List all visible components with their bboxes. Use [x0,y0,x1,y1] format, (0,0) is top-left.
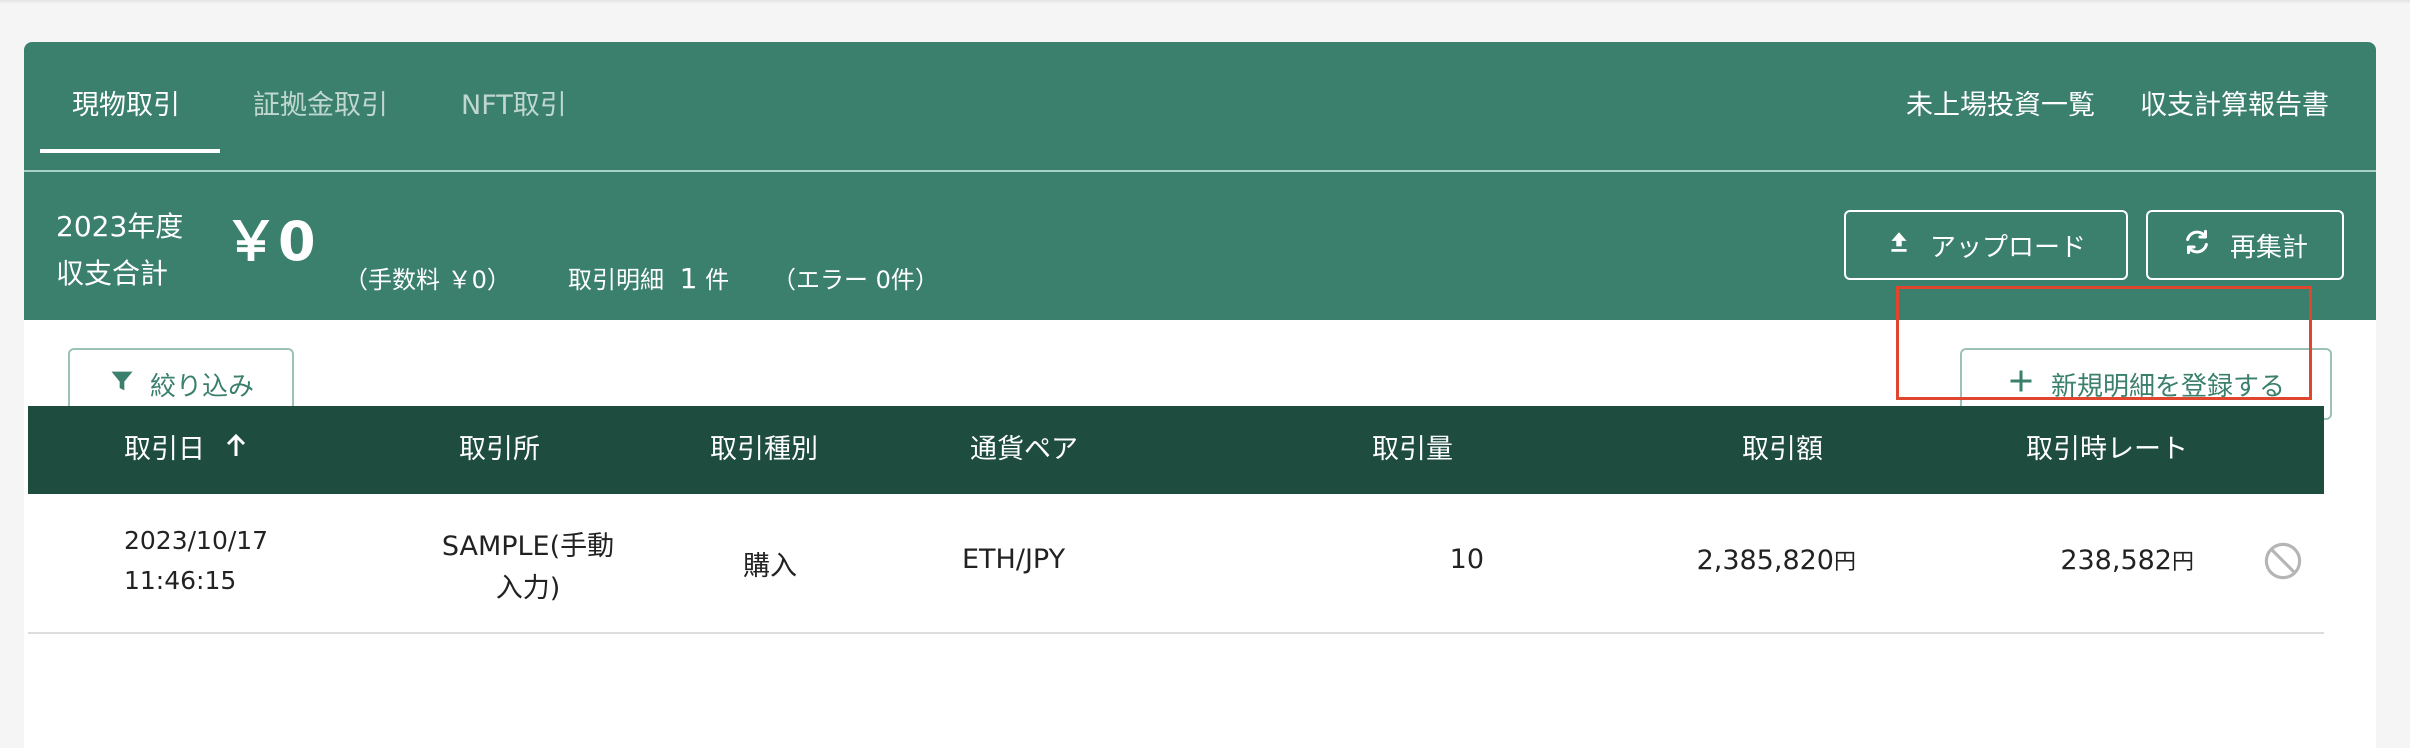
filter-icon [108,367,136,402]
total-pl-label: 収支合計 [56,257,169,290]
detail-unit: 件 [705,266,730,294]
recalculate-label: 再集計 [2229,232,2308,263]
tab-spot-trading[interactable]: 現物取引 [72,88,180,124]
row-value-unit: 円 [1833,550,1856,575]
fee-text: （手数料 ￥0） [344,266,511,294]
row-value: 2,385,820円 [1588,544,1856,576]
row-rate-number: 238,582 [2060,545,2172,576]
column-header-amount[interactable]: 取引量 [1372,406,1453,494]
row-pair: ETH/JPY [962,544,1066,575]
column-header-type[interactable]: 取引種別 [710,406,818,494]
column-header-pair[interactable]: 通貨ペア [970,406,1078,494]
error-text: （エラー 0件） [772,266,939,294]
upload-label: アップロード [1929,232,2086,263]
column-header-exchange[interactable]: 取引所 [459,406,540,494]
pl-report-link[interactable]: 収支計算報告書 [2140,88,2329,124]
row-type: 購入 [743,551,797,582]
refresh-icon [2182,227,2212,264]
tab-nft-trading[interactable]: NFT取引 [461,88,567,124]
active-tab-indicator [40,149,220,153]
fiscal-year-label: 2023年度 [56,210,184,243]
tab-margin-trading[interactable]: 証拠金取引 [253,88,388,124]
detail-count: 1 [679,262,698,295]
row-date: 2023/10/17 [124,526,269,555]
column-header-date[interactable]: 取引日 [124,406,248,494]
filter-label: 絞り込み [149,371,254,402]
column-header-value[interactable]: 取引額 [1742,406,1823,494]
row-exchange-line2: 入力) [495,573,561,604]
detail-count-text: 取引明細 1 件 [568,260,729,295]
row-amount: 10 [1449,544,1484,575]
row-exchange-line1: SAMPLE(手動 [441,531,615,562]
sort-arrow-up-icon [224,407,248,495]
highlight-box [1896,286,2312,400]
column-header-rate[interactable]: 取引時レート [2026,406,2188,494]
recalculate-button[interactable]: 再集計 [2146,210,2344,280]
table-row[interactable]: 2023/10/17 11:46:15 SAMPLE(手動 入力) 購入 ETH… [28,494,2324,634]
upload-icon [1886,229,1912,262]
date-header-label: 取引日 [124,434,205,465]
disabled-icon[interactable] [2262,540,2304,586]
top-shadow [0,0,2410,4]
unlisted-investments-link[interactable]: 未上場投資一覧 [1906,88,2095,124]
row-time: 11:46:15 [124,566,237,595]
upload-button[interactable]: アップロード [1844,210,2128,280]
table-header: 取引日 取引所 取引種別 通貨ペア 取引量 取引額 取引時レート [28,406,2324,494]
row-rate: 238,582円 [1908,544,2194,576]
tab-bar: 現物取引 証拠金取引 NFT取引 未上場投資一覧 収支計算報告書 [24,42,2376,170]
row-rate-unit: 円 [2171,550,2194,575]
row-value-number: 2,385,820 [1696,545,1834,576]
detail-label: 取引明細 [568,266,664,294]
total-pl-value: ￥0 [224,210,316,273]
